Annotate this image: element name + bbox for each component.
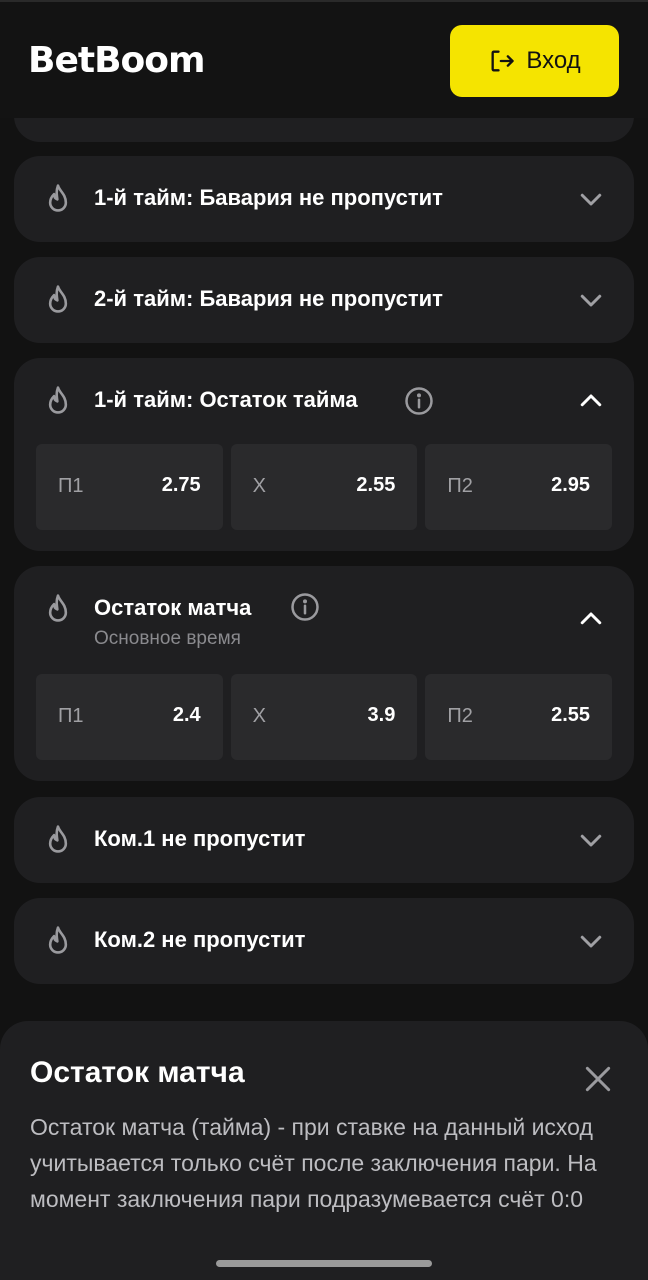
odd-value: 2.75 [161, 474, 201, 496]
odd-label: П2 [447, 705, 473, 727]
odd-label: Х [252, 705, 267, 727]
odd-label: П1 [58, 475, 84, 497]
info-icon[interactable] [404, 386, 434, 416]
odd-button-p2[interactable]: П2 2.95 [425, 444, 613, 530]
chevron-down-icon[interactable] [576, 184, 606, 214]
chevron-up-icon[interactable] [576, 386, 606, 416]
market-card-expanded: 1-й тайм: Остаток тайма П1 2.75 Х 2.55 П… [14, 358, 634, 551]
fire-icon [48, 926, 68, 954]
fire-icon [48, 285, 68, 313]
market-title: Остаток матча [94, 595, 252, 620]
brand-logo[interactable]: BetBoom [28, 40, 205, 81]
login-label: Вход [526, 47, 581, 74]
odd-button-x[interactable]: Х 3.9 [230, 674, 418, 760]
market-title: Ком.1 не пропустит [94, 826, 306, 851]
odd-value: 2.55 [551, 704, 591, 726]
odd-label: Х [252, 475, 267, 497]
fire-icon [48, 825, 68, 853]
market-header[interactable]: 1-й тайм: Остаток тайма [14, 358, 634, 444]
market-header[interactable]: 2-й тайм: Бавария не пропустит [14, 257, 634, 343]
sheet-title: Остаток матча [30, 1056, 245, 1089]
odds-row: П1 2.75 Х 2.55 П2 2.95 [36, 444, 613, 530]
market-title: 1-й тайм: Бавария не пропустит [94, 185, 443, 210]
odd-button-x[interactable]: Х 2.55 [230, 444, 418, 530]
chevron-down-icon[interactable] [576, 926, 606, 956]
market-title: 2-й тайм: Бавария не пропустит [94, 286, 443, 311]
market-card: 1-й тайм: Бавария не пропустит [14, 156, 634, 242]
close-icon[interactable] [582, 1063, 614, 1095]
fire-icon [48, 594, 68, 622]
odd-value: 3.9 [367, 704, 396, 726]
odds-row: П1 2.4 Х 3.9 П2 2.55 [36, 674, 613, 760]
fire-icon [48, 184, 68, 212]
market-header[interactable]: Ком.1 не пропустит [14, 797, 634, 883]
market-title: 1-й тайм: Остаток тайма [94, 387, 358, 412]
market-header[interactable]: Ком.2 не пропустит [14, 898, 634, 984]
login-button[interactable]: Вход [450, 25, 619, 97]
odd-value: 2.95 [551, 474, 591, 496]
market-header[interactable]: Остаток матча Основное время [14, 566, 634, 670]
market-card-expanded: Остаток матча Основное время П1 2.4 Х 3.… [14, 566, 634, 781]
sheet-description: Остаток матча (тайма) - при ставке на да… [30, 1114, 597, 1212]
odd-button-p1[interactable]: П1 2.75 [36, 444, 223, 530]
market-title: Ком.2 не пропустит [94, 927, 306, 952]
chevron-down-icon[interactable] [576, 825, 606, 855]
odd-button-p2[interactable]: П2 2.55 [425, 674, 613, 760]
info-bottom-sheet: Остаток матча Остаток матча (тайма) - пр… [0, 1021, 648, 1280]
fire-icon [48, 386, 68, 414]
odd-button-p1[interactable]: П1 2.4 [36, 674, 223, 760]
market-header[interactable]: 1-й тайм: Бавария не пропустит [14, 156, 634, 242]
odd-label: П2 [447, 475, 473, 497]
app-header: BetBoom Вход [0, 0, 648, 118]
market-card: 2-й тайм: Бавария не пропустит [14, 257, 634, 343]
page: BetBoom Вход 1-й тайм: Бавария не пропус… [0, 0, 648, 1280]
odd-label: П1 [58, 705, 84, 727]
market-subtitle: Основное время [94, 628, 241, 649]
market-card: Ком.2 не пропустит [14, 898, 634, 984]
chevron-up-icon[interactable] [576, 604, 606, 634]
info-icon[interactable] [290, 592, 320, 622]
odd-value: 2.55 [356, 474, 396, 496]
market-card: Ком.1 не пропустит [14, 797, 634, 883]
home-indicator [216, 1260, 432, 1267]
login-icon [491, 50, 515, 72]
chevron-down-icon[interactable] [576, 285, 606, 315]
odd-value: 2.4 [172, 704, 201, 726]
